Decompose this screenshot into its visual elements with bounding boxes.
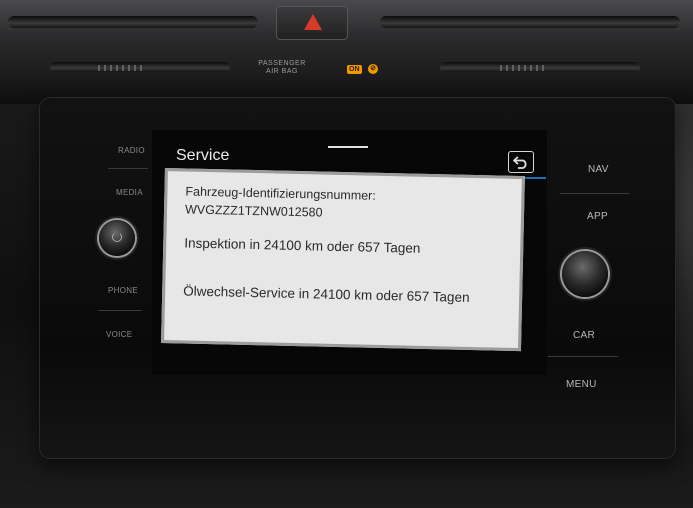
vent-slats-right [500,65,546,71]
back-arrow-icon [513,156,527,169]
hazard-button[interactable] [276,6,348,40]
power-volume-knob[interactable] [99,220,135,256]
air-vent-lower-left [50,62,230,72]
air-vent-lower-right [440,62,640,72]
media-button[interactable]: MEDIA [116,188,143,197]
air-vent-right [380,16,680,28]
left-separator-1 [108,168,148,169]
right-separator-2 [548,356,618,357]
airbag-label-line1: PASSENGER [258,60,306,67]
car-button[interactable]: CAR [573,330,595,341]
nav-button[interactable]: NAV [588,164,609,175]
air-vent-left [8,16,258,28]
passenger-airbag-label: PASSENGER AIR BAG [254,60,310,76]
page-title: Service [176,147,230,164]
vent-slats-left [98,65,144,71]
car-dashboard-photo: PASSENGER AIR BAG ON ⊘ RADIO MEDIA PHONE… [0,0,693,508]
power-icon [112,232,122,242]
left-separator-2 [98,310,142,311]
airbag-off-icon: ⊘ [368,64,378,74]
menu-button[interactable]: MENU [566,379,597,390]
voice-button[interactable]: VOICE [106,330,132,339]
back-button[interactable] [508,151,534,173]
service-info-dialog: Fahrzeug-Identifizierungsnummer: WVGZZZ1… [161,168,525,352]
radio-button[interactable]: RADIO [118,146,145,155]
right-separator-1 [560,193,630,194]
airbag-label-line2: AIR BAG [266,68,298,75]
tuning-knob[interactable] [562,251,608,297]
oil-service-due-text: Ölwechsel-Service in 24100 km oder 657 T… [183,283,470,305]
vin-value: WVGZZZ1TZNW012580 [184,202,323,220]
vin-label: Fahrzeug-Identifizierungsnummer: [185,184,376,203]
pull-down-handle[interactable] [328,146,368,148]
phone-button[interactable]: PHONE [108,286,138,295]
hazard-triangle-icon [304,14,322,30]
app-button[interactable]: APP [587,211,608,222]
inspection-due-text: Inspektion in 24100 km oder 657 Tagen [184,235,421,256]
airbag-on-lamp: ON [347,65,362,74]
dashboard-top-trim: PASSENGER AIR BAG ON ⊘ [0,0,693,104]
